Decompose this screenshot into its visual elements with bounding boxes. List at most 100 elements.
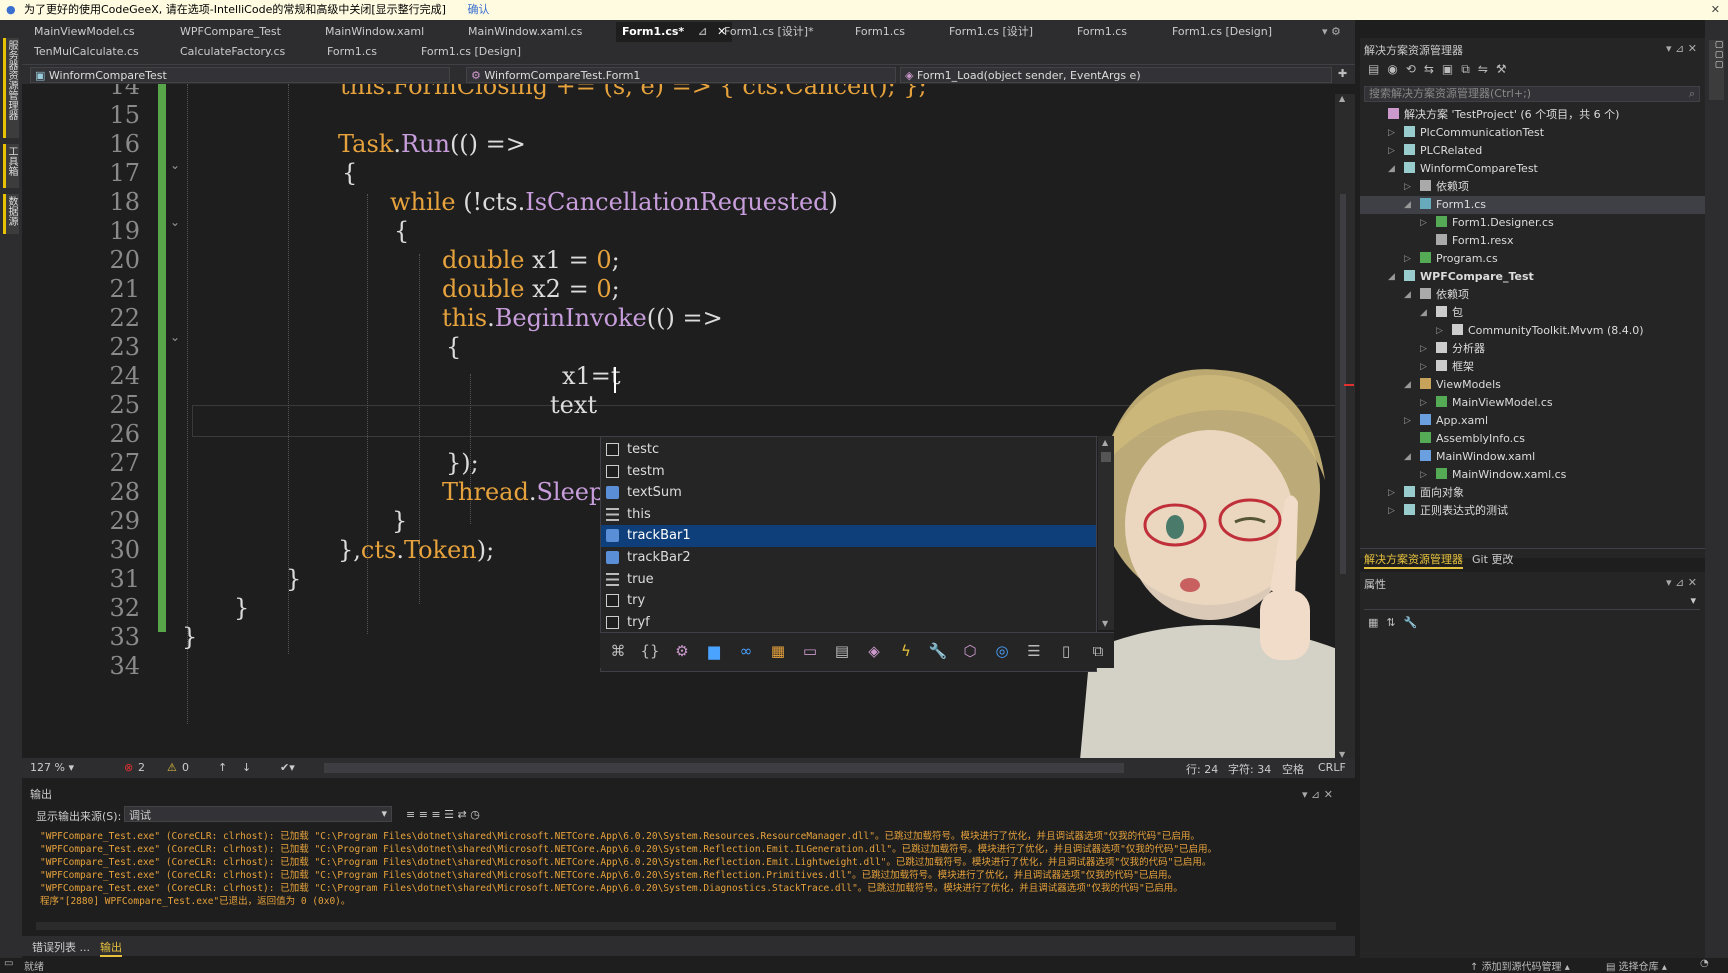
collapsed-arrow-icon[interactable]: ▷ [1404,412,1411,430]
server-explorer-tab[interactable]: 服务器资源管理器 [3,38,19,138]
tab-solution-explorer[interactable]: 解决方案资源管理器 [1364,551,1463,569]
expanded-arrow-icon[interactable]: ◢ [1404,196,1411,214]
member-dropdown[interactable]: ◈ Form1_Load(object sender, EventArgs e) [900,67,1332,83]
tab-calculatefactory[interactable]: CalculateFactory.cs [180,42,285,62]
struct-filter-icon[interactable]: ▆ [704,641,724,661]
source-control-button[interactable]: ↑ 添加到源代码管理 ▴ [1470,958,1570,973]
collapsed-arrow-icon[interactable]: ▷ [1420,394,1427,412]
field-filter-icon[interactable]: ⬡ [960,641,980,661]
zoom-dropdown[interactable]: 127 % ▾ [30,761,74,774]
tab-mainviewmodel[interactable]: MainViewModel.cs [34,22,135,42]
panel-controls-icon[interactable]: ▾ ⊿ ✕ [1302,788,1333,801]
tab-list-dropdown-icon[interactable]: ▾ ⚙ [1322,22,1341,42]
tree-item[interactable]: ▷ MainViewModel.cs [1360,394,1705,412]
tab-error-list[interactable]: 错误列表 ... [32,939,90,955]
collapsed-arrow-icon[interactable]: ▷ [1420,358,1427,376]
tab-tenmulcalculate[interactable]: TenMulCalculate.cs [34,42,139,62]
namespace-filter-icon[interactable]: ⌘ [608,641,628,661]
braces-filter-icon[interactable]: {} [640,641,660,661]
notification-icon[interactable]: ◔ [1700,958,1709,969]
tree-item[interactable]: ▷ App.xaml [1360,412,1705,430]
tree-item[interactable]: ◢ Form1.cs [1360,196,1705,214]
tab-wpfcompare[interactable]: WPFCompare_Test [180,22,281,42]
panel-controls-icon[interactable]: ▾ ⊿ ✕ [1666,42,1697,55]
output-source-dropdown[interactable]: 调试 ▾ [124,806,392,822]
method-filter-icon[interactable]: ◈ [864,641,884,661]
fold-icon[interactable]: ⌄ [170,215,180,229]
tree-item[interactable]: Form1.resx [1360,232,1705,250]
scroll-thumb[interactable] [1101,452,1111,462]
expanded-arrow-icon[interactable]: ◢ [1404,286,1411,304]
collapsed-arrow-icon[interactable]: ▷ [1388,502,1395,520]
cleanup-icon[interactable]: ✔▾ [280,761,295,774]
line-ending-indicator[interactable]: CRLF [1318,761,1346,774]
output-toolbar-icon[interactable]: ≡ ≡ ≡ ☰ ⇄ ◷ [406,808,480,821]
collapsed-arrow-icon[interactable]: ▷ [1388,142,1395,160]
line-indicator[interactable]: 行: 24 [1186,761,1218,777]
panel-controls-icon[interactable]: ▾ ⊿ ✕ [1666,576,1697,589]
warning-count[interactable]: 0 [182,761,189,774]
next-issue-icon[interactable]: ↓ [242,761,251,774]
snippet-filter-icon[interactable]: ⧉ [1088,641,1108,661]
expanded-arrow-icon[interactable]: ◢ [1388,160,1395,178]
solution-search-input[interactable]: 搜索解决方案资源管理器(Ctrl+;) ⌕ [1364,86,1700,102]
editor-vertical-scrollbar[interactable]: ▲ ▼ [1335,94,1355,759]
completion-item[interactable]: true [601,569,1096,591]
delegate-filter-icon[interactable]: ▭ [800,641,820,661]
column-indicator[interactable]: 字符: 34 [1228,761,1271,777]
scroll-down-icon[interactable]: ▼ [1102,619,1108,628]
completion-item[interactable]: testm [601,461,1096,483]
right-side-tab[interactable]: ▢▢▢ [1709,40,1724,100]
collapsed-arrow-icon[interactable]: ▷ [1404,250,1411,268]
collapsed-arrow-icon[interactable]: ▷ [1388,484,1395,502]
tree-item[interactable]: ▷ 面向对象 [1360,484,1705,502]
tab-form1-design-modified[interactable]: Form1.cs [设计]* [724,22,814,42]
split-icon[interactable]: ✚ [1338,67,1347,80]
tree-item[interactable]: ◢ MainWindow.xaml [1360,448,1705,466]
tree-item[interactable]: ▷ CommunityToolkit.Mvvm (8.4.0) [1360,322,1705,340]
tab-form1-d[interactable]: Form1.cs [327,42,377,62]
tree-item[interactable]: ▷ Program.cs [1360,250,1705,268]
constant-filter-icon[interactable]: ◎ [992,641,1012,661]
tree-item[interactable]: ▷ 框架 [1360,358,1705,376]
solution-toolbar-icons[interactable]: ▤◉⟲⇆▣⧉⇋⚒ [1368,62,1515,77]
tab-output[interactable]: 输出 [100,939,122,957]
completion-item[interactable]: tryf [601,612,1096,634]
local-filter-icon[interactable]: ☰ [1024,641,1044,661]
close-icon[interactable]: ✕ [1711,0,1720,20]
completion-item-selected[interactable]: trackBar1 [601,525,1096,547]
module-filter-icon[interactable]: ▤ [832,641,852,661]
tree-item[interactable]: 解决方案 'TestProject' (6 个项目，共 6 个) [1360,106,1705,124]
completion-item[interactable]: try [601,590,1096,612]
collapsed-arrow-icon[interactable]: ▷ [1420,214,1427,232]
property-filter-icon[interactable]: 🔧 [928,641,948,661]
pin-icon[interactable]: ⊿ [698,25,707,38]
tab-mainwindow-xaml-cs[interactable]: MainWindow.xaml.cs [468,22,582,42]
completion-item[interactable]: textSum [601,482,1096,504]
expanded-arrow-icon[interactable]: ◢ [1404,376,1411,394]
whitespace-indicator[interactable]: 空格 [1282,761,1304,777]
tab-form1-b[interactable]: Form1.cs [855,22,905,42]
tree-item[interactable]: AssemblyInfo.cs [1360,430,1705,448]
project-dropdown[interactable]: ▣ WinformCompareTest [30,67,450,83]
repository-button[interactable]: ▤ 选择仓库 ▴ [1606,958,1667,973]
tree-item[interactable]: ▷ MainWindow.xaml.cs [1360,466,1705,484]
enum-filter-icon[interactable]: ▦ [768,641,788,661]
tree-item[interactable]: ▷ 分析器 [1360,340,1705,358]
tab-mainwindow-xaml[interactable]: MainWindow.xaml [325,22,424,42]
toolbox-tab[interactable]: 工具箱 [3,144,19,188]
expanded-arrow-icon[interactable]: ◢ [1420,304,1427,322]
tree-item[interactable]: ▷ PlcCommunicationTest [1360,124,1705,142]
tree-item[interactable]: ◢ ViewModels [1360,376,1705,394]
tab-form1-active[interactable]: Form1.cs* ⊿ ✕ [616,22,733,42]
completion-item[interactable]: this [601,504,1096,526]
scroll-up-icon[interactable]: ▲ [1339,94,1345,103]
horizontal-scrollbar[interactable] [324,763,1124,773]
error-count[interactable]: 2 [138,761,145,774]
event-filter-icon[interactable]: ϟ [896,641,916,661]
tree-item[interactable]: ◢ 包 [1360,304,1705,322]
tab-form1-design-c[interactable]: Form1.cs [Design] [1172,22,1272,42]
tab-form1-c[interactable]: Form1.cs [1077,22,1127,42]
previous-issue-icon[interactable]: ↑ [218,761,227,774]
keyword-filter-icon[interactable]: ▯ [1056,641,1076,661]
